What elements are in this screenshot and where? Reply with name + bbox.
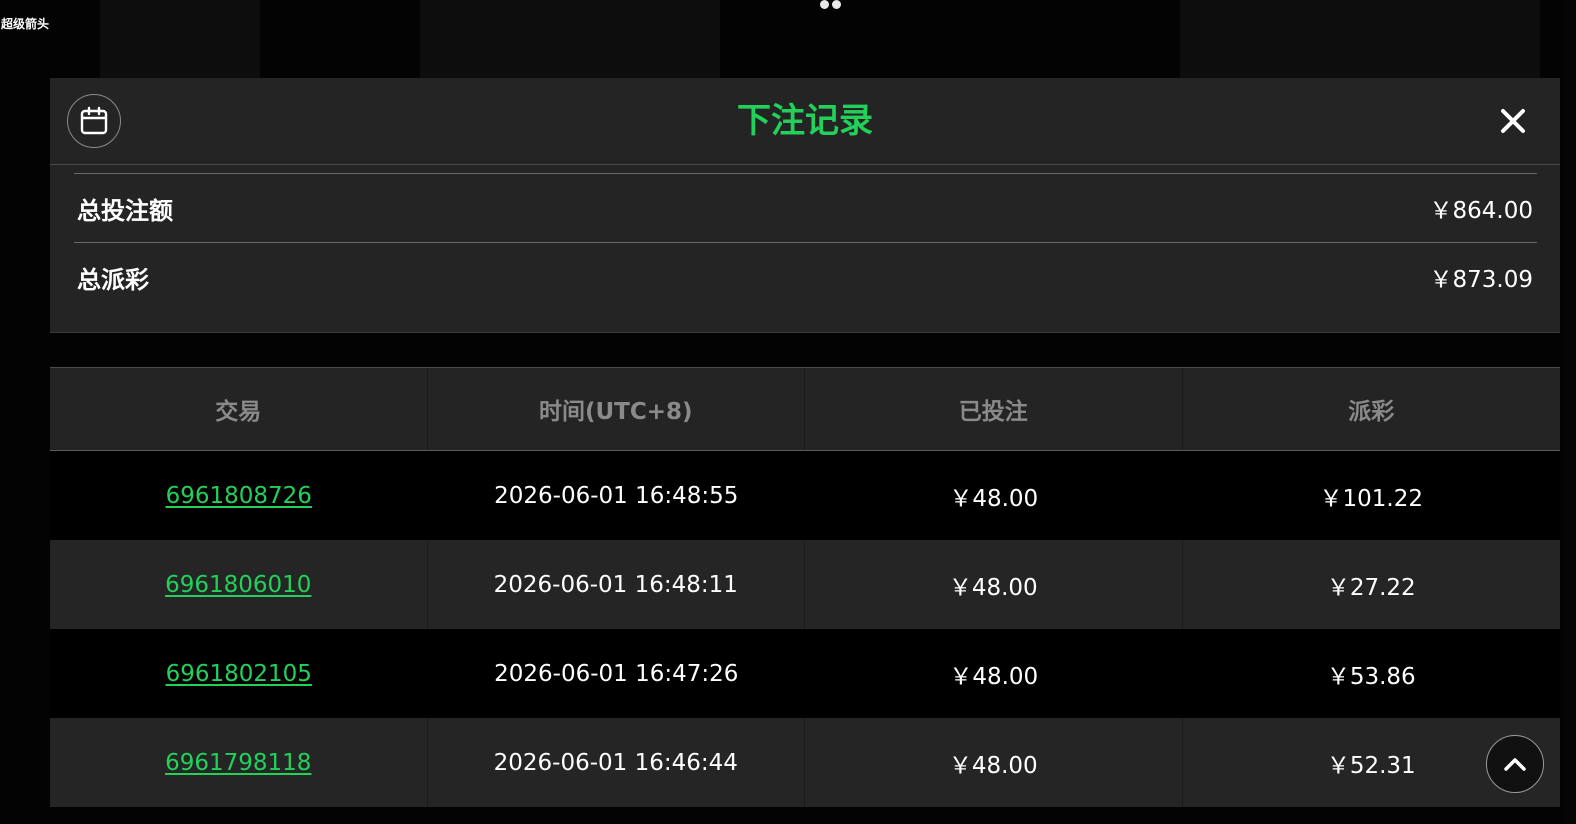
total-bet-value: ￥864.00 xyxy=(1429,198,1533,224)
calendar-button[interactable] xyxy=(67,94,121,148)
total-payout-label: 总派彩 xyxy=(77,265,149,294)
scrollbar-track[interactable] xyxy=(1565,0,1576,824)
divider xyxy=(74,173,1537,174)
table-row: 6961802105 2026-06-01 16:47:26 ￥48.00 ￥5… xyxy=(50,629,1560,718)
column-header-bet: 已投注 xyxy=(805,368,1183,450)
table-row: 6961798118 2026-06-01 16:46:44 ￥48.00 ￥5… xyxy=(50,718,1560,807)
transaction-link[interactable]: 6961806010 xyxy=(165,572,311,598)
bet-cell: ￥48.00 xyxy=(805,540,1183,629)
transaction-cell: 6961798118 xyxy=(50,718,428,807)
bet-record-table: 交易 时间(UTC+8) 已投注 派彩 6961808726 2026-06-0… xyxy=(50,367,1560,807)
column-header-payout: 派彩 xyxy=(1348,399,1395,425)
background-decoration xyxy=(1180,0,1540,78)
transaction-link[interactable]: 6961808726 xyxy=(166,483,312,509)
transaction-cell: 6961802105 xyxy=(50,629,428,718)
total-bet-label: 总投注额 xyxy=(77,196,173,225)
top-indicator xyxy=(820,0,848,9)
payout-cell: ￥101.22 xyxy=(1319,485,1423,512)
transaction-link[interactable]: 6961802105 xyxy=(166,661,312,687)
column-header-transaction: 交易 xyxy=(50,368,428,450)
column-header-time: 时间(UTC+8) xyxy=(428,368,805,450)
time-cell: 2026-06-01 16:46:44 xyxy=(428,718,805,807)
scroll-to-top-button[interactable] xyxy=(1486,735,1544,793)
table-row: 6961808726 2026-06-01 16:48:55 ￥48.00 ￥1… xyxy=(50,451,1560,540)
total-payout-value: ￥873.09 xyxy=(1429,267,1533,293)
time-cell: 2026-06-01 16:48:55 xyxy=(494,482,739,509)
transaction-link[interactable]: 6961798118 xyxy=(165,750,311,776)
payout-cell: ￥27.22 xyxy=(1326,574,1416,601)
calendar-icon xyxy=(80,106,108,135)
close-button[interactable] xyxy=(1496,104,1530,138)
bet-record-modal: 下注记录 总投注额 ￥864.00 总派彩 ￥873.09 xyxy=(50,78,1560,333)
time-cell: 2026-06-01 16:48:11 xyxy=(428,540,805,629)
transaction-cell: 6961808726 xyxy=(50,451,428,540)
total-bet-row: 总投注额 ￥864.00 xyxy=(77,188,1533,228)
background-decoration xyxy=(100,0,260,78)
divider xyxy=(74,242,1537,243)
modal-header: 下注记录 xyxy=(50,78,1560,165)
time-cell: 2026-06-01 16:47:26 xyxy=(494,660,739,687)
payout-cell: ￥53.86 xyxy=(1326,663,1416,690)
bet-cell: ￥48.00 xyxy=(805,718,1183,807)
transaction-cell: 6961806010 xyxy=(50,540,428,629)
table-row: 6961806010 2026-06-01 16:48:11 ￥48.00 ￥2… xyxy=(50,540,1560,629)
table-header: 交易 时间(UTC+8) 已投注 派彩 xyxy=(50,367,1560,451)
close-icon xyxy=(1501,109,1525,133)
total-payout-row: 总派彩 ￥873.09 xyxy=(77,257,1533,297)
bet-cell: ￥48.00 xyxy=(949,485,1039,512)
modal-title: 下注记录 xyxy=(737,101,873,141)
bet-cell: ￥48.00 xyxy=(949,663,1039,690)
background-decoration xyxy=(420,0,720,78)
app-title: 超级箭头 xyxy=(1,17,50,31)
chevron-up-icon xyxy=(1504,758,1526,771)
